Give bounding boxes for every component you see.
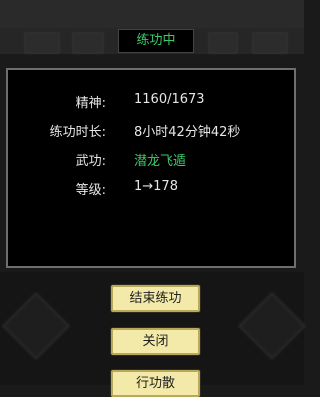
tab-4[interactable]	[208, 32, 238, 54]
level-value: 1→178	[134, 179, 178, 194]
training-info-dialog: 精神: 1160/1673 练功时长: 8小时42分钟42秒 武功: 潜龙飞遁 …	[6, 68, 296, 268]
tab-2[interactable]	[72, 32, 104, 54]
close-button[interactable]: 关闭	[111, 328, 200, 355]
end-training-button[interactable]: 结束练功	[111, 285, 200, 312]
training-duration-label: 练功时长:	[49, 125, 106, 140]
top-bar	[0, 0, 304, 28]
spirit-label: 精神:	[75, 96, 106, 111]
martial-art-value: 潜龙飞遁	[134, 154, 187, 169]
tab-5[interactable]	[252, 32, 288, 54]
level-label: 等级:	[75, 183, 106, 198]
third-button[interactable]: 行功散	[111, 370, 200, 397]
training-duration-value: 8小时42分钟42秒	[134, 125, 241, 140]
spirit-value: 1160/1673	[134, 92, 205, 107]
tab-training-active[interactable]: 练功中	[118, 29, 194, 53]
tab-1[interactable]	[24, 32, 60, 54]
martial-art-label: 武功:	[75, 154, 106, 169]
